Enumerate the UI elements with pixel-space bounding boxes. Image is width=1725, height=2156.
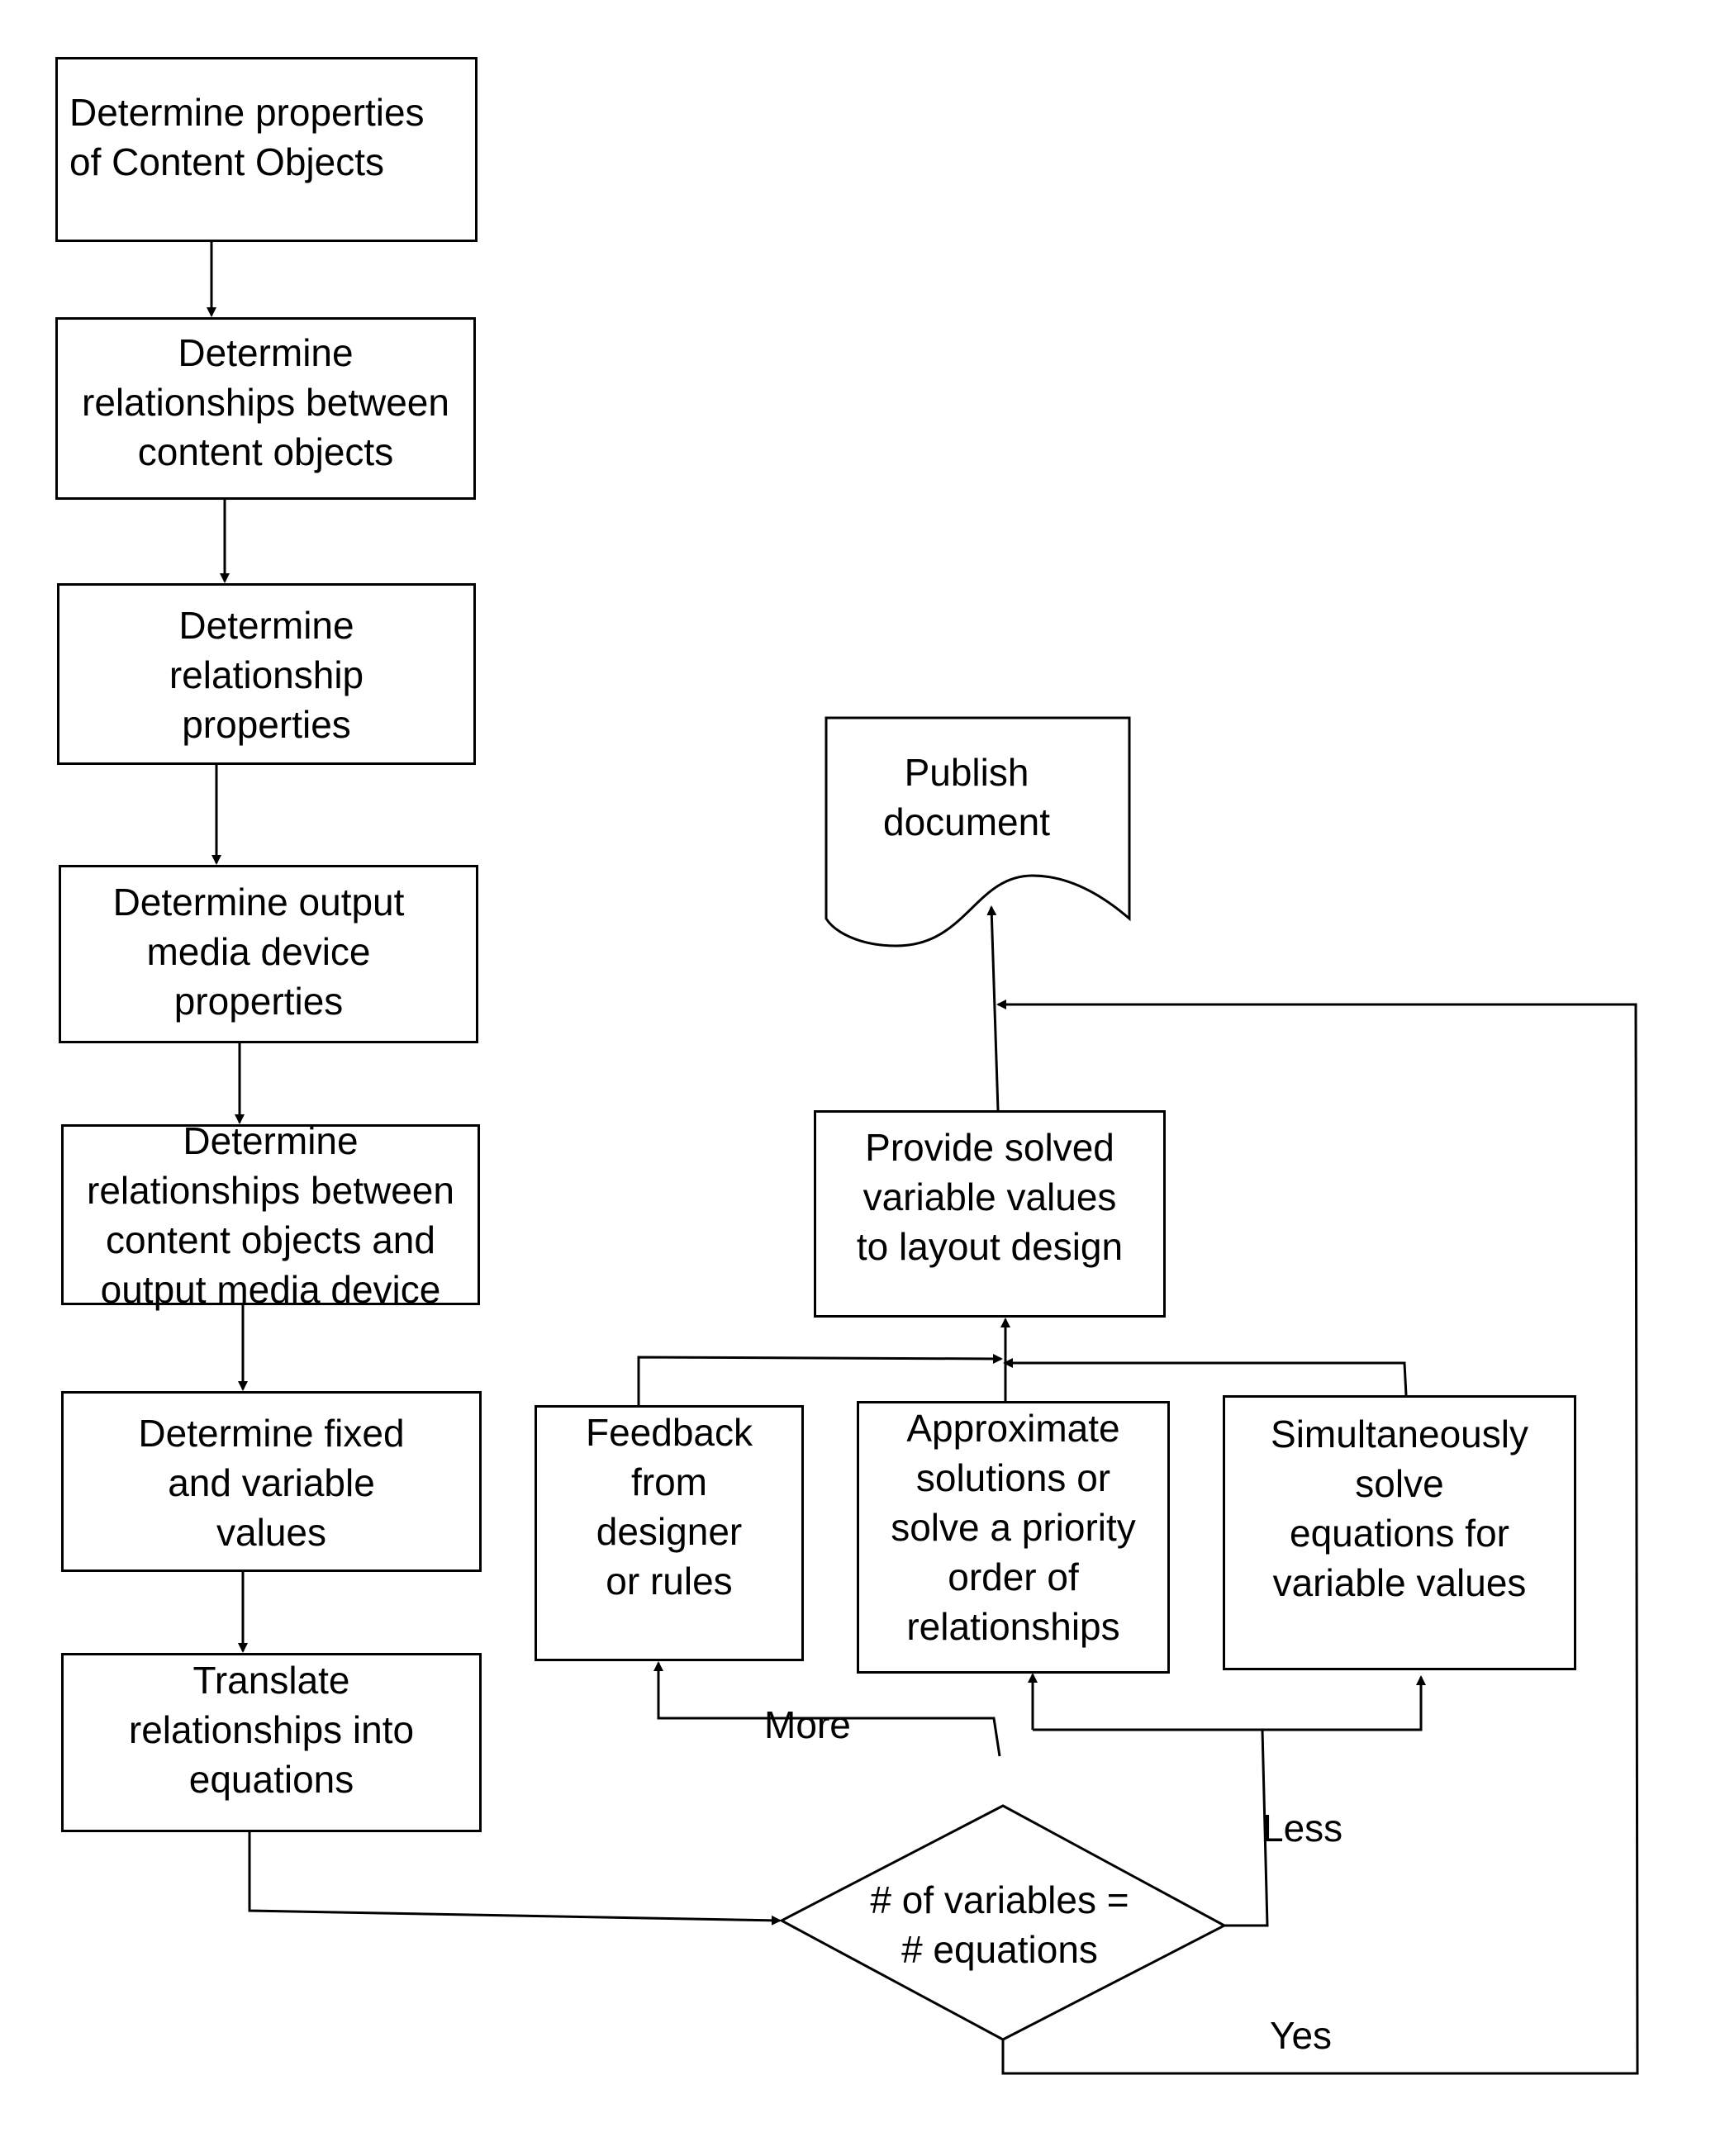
box-line: properties <box>173 980 344 1023</box>
box-line: media device <box>146 930 371 973</box>
arrow-provide-publish <box>986 905 1000 1111</box>
step-determine-relationship-properties: Determine relationship properties <box>57 583 476 765</box>
solver-feedback: Feedback from designer or rules <box>535 1405 804 1661</box>
box-line: Approximate <box>906 1407 1120 1450</box>
step-determine-fixed-variable: Determine fixed and variable values <box>61 1391 482 1572</box>
box-line: relationships into <box>128 1708 415 1751</box>
branch-label-less: Less <box>1262 1807 1343 1850</box>
box-line: relationship <box>169 653 364 696</box>
line-simult-merge <box>1003 1358 1408 1396</box>
box-line: relationships between <box>82 381 449 424</box>
publish-line: document <box>882 800 1050 843</box>
box-line: equations for <box>1290 1512 1509 1555</box>
box-line: solutions or <box>915 1456 1111 1499</box>
box-line: of Content Objects <box>69 140 384 183</box>
line-feedback-merge <box>637 1353 1003 1405</box>
solver-approximate: Approximate solutions or solve a priorit… <box>857 1401 1170 1674</box>
box-line: solve a priority <box>891 1506 1136 1549</box>
box-line: Determine <box>183 1118 359 1162</box>
decision-line: # of variables = <box>870 1878 1129 1921</box>
step-determine-relationships-media: Determine relationships between content … <box>61 1119 480 1311</box>
decision-line: # equations <box>901 1928 1098 1971</box>
box-line: to layout design <box>856 1225 1124 1268</box>
box-line: order of <box>948 1555 1079 1598</box>
branch-label-more: More <box>764 1703 851 1746</box>
box-line: Determine <box>178 604 354 647</box>
box-line: Determine fixed <box>138 1412 405 1455</box>
line-less <box>1224 1729 1269 1927</box>
box-line: from <box>631 1460 707 1503</box>
box-line: content objects <box>137 430 394 473</box>
box-line: content objects and <box>106 1218 435 1261</box>
step-determine-content-properties: Determine properties of Content Objects <box>55 57 478 242</box>
box-line: equations <box>188 1758 354 1801</box>
box-line: relationships between <box>87 1168 454 1212</box>
box-line: or rules <box>606 1560 733 1603</box>
box-line: Simultaneously <box>1271 1413 1528 1456</box>
box-line: Translate <box>192 1659 350 1702</box>
publish-line: Publish <box>904 751 1029 794</box>
box-line: Determine properties <box>69 91 425 134</box>
solver-simultaneous: Simultaneously solve equations for varia… <box>1223 1395 1576 1670</box>
branch-label-yes: Yes <box>1270 2014 1333 2057</box>
arrow-less-simult <box>1033 1675 1426 1731</box>
arrow-step7-decision <box>248 1832 782 1926</box>
box-line: Provide solved <box>865 1126 1114 1169</box>
box-line: variable values <box>862 1175 1117 1218</box>
step-determine-relationships: Determine relationships between content … <box>55 317 476 500</box>
decision-label: # of variables = # equations <box>834 1875 1165 1974</box>
box-line: and variable <box>168 1461 375 1504</box>
box-line: Determine <box>178 331 354 374</box>
box-line: Determine output <box>112 881 405 924</box>
box-line: values <box>216 1511 326 1554</box>
box-line: properties <box>182 703 351 746</box>
box-line: output media device <box>100 1267 441 1311</box>
box-line: Feedback <box>585 1411 753 1454</box>
publish-document-label: Publish document <box>826 748 1107 847</box>
box-line: relationships <box>906 1605 1120 1648</box>
step-translate-equations: Translate relationships into equations <box>61 1653 482 1832</box>
box-line: designer <box>596 1510 743 1553</box>
box-line: variable values <box>1272 1561 1527 1604</box>
step-determine-output-media: Determine output media device properties <box>59 865 478 1043</box>
provide-solved-values: Provide solved variable values to layout… <box>814 1110 1166 1318</box>
box-line: solve <box>1355 1462 1444 1505</box>
